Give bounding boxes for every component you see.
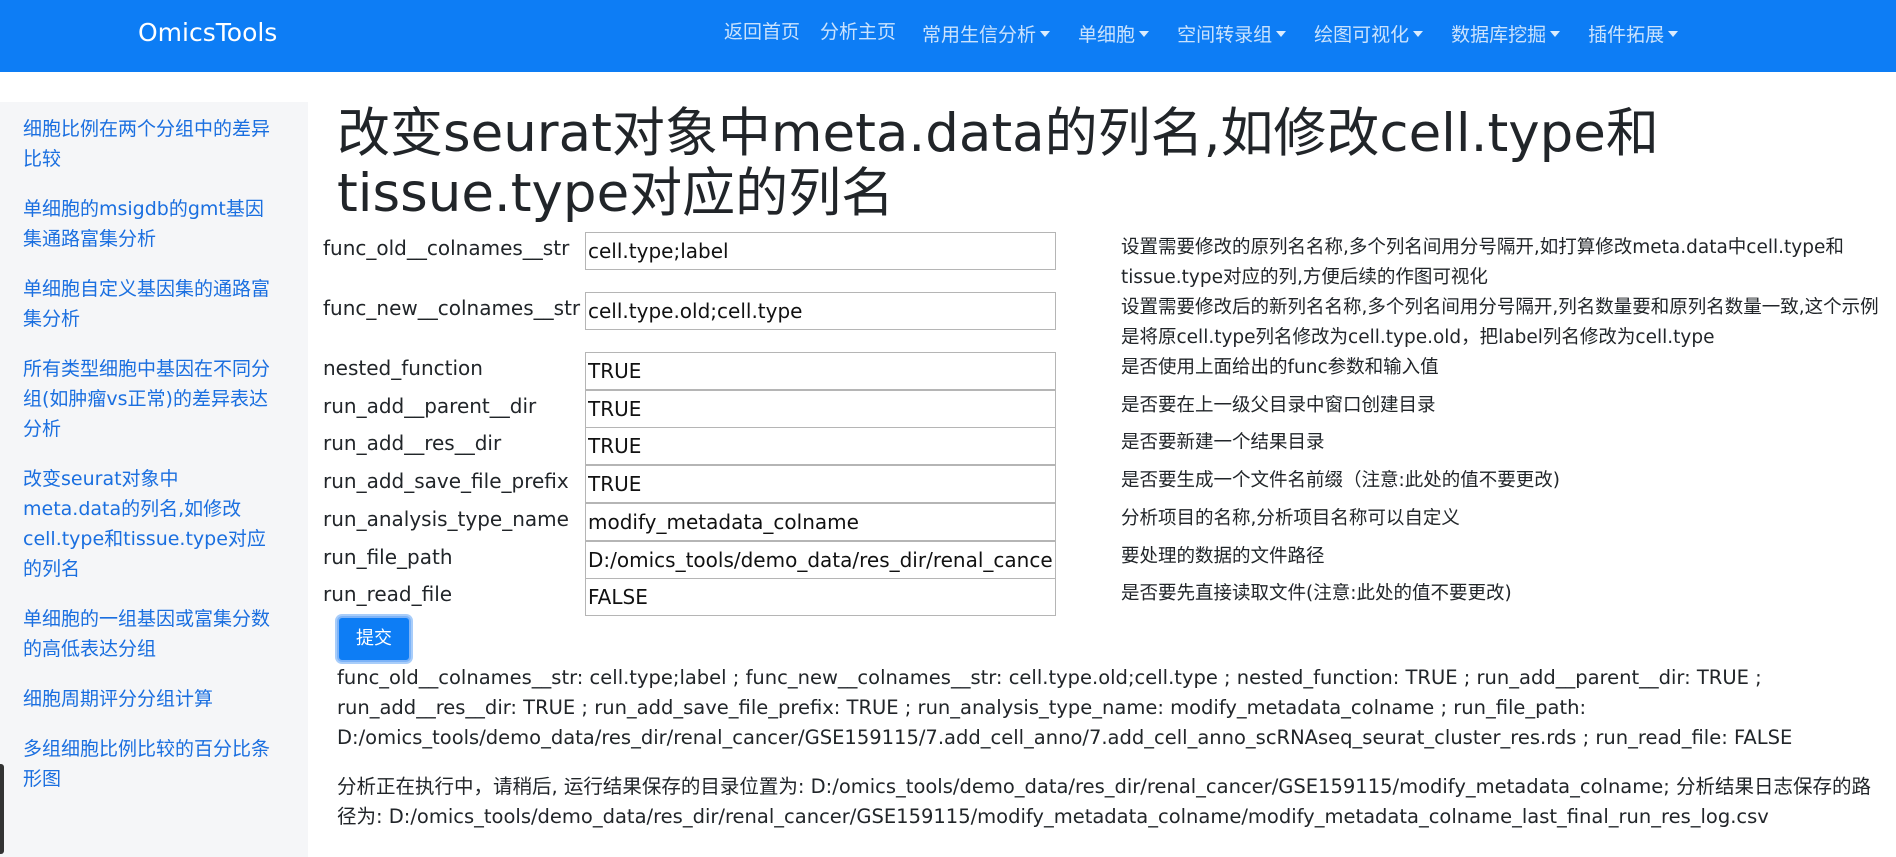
sidebar-item-diff-expression[interactable]: 所有类型细胞中基因在不同分组(如肿瘤vs正常)的差异表达分析 bbox=[23, 354, 273, 444]
nested-function-input[interactable] bbox=[585, 352, 1056, 390]
func-new-colnames-input[interactable] bbox=[585, 292, 1056, 330]
page-title: 改变seurat对象中meta.data的列名,如修改cell.type和tis… bbox=[337, 103, 1659, 224]
nav-dropdown-single-cell[interactable]: 单细胞 bbox=[1078, 20, 1150, 47]
nav-dropdown-label: 空间转录组 bbox=[1177, 24, 1273, 46]
form-label: run_add__parent__dir bbox=[323, 394, 537, 418]
caret-down-icon bbox=[1668, 30, 1679, 37]
form-label: run_add_save_file_prefix bbox=[323, 469, 569, 493]
nav-dropdown-database[interactable]: 数据库挖掘 bbox=[1451, 20, 1561, 47]
nav-links: 返回首页 分析主页 常用生信分析 单细胞 空间转录组 绘图可视化 数据库挖掘 插… bbox=[724, 14, 1706, 47]
sidebar-item-high-low-grouping[interactable]: 单细胞的一组基因或富集分数的高低表达分组 bbox=[23, 604, 273, 664]
run-add-save-file-prefix-input[interactable] bbox=[585, 465, 1056, 503]
form-label: run_add__res__dir bbox=[323, 431, 502, 455]
caret-down-icon bbox=[1413, 30, 1424, 37]
sidebar: 细胞比例在两个分组中的差异比较 单细胞的msigdb的gmt基因集通路富集分析 … bbox=[0, 102, 308, 857]
func-old-colnames-input[interactable] bbox=[585, 232, 1056, 270]
run-file-path-input[interactable] bbox=[585, 541, 1056, 579]
form-label: func_new__colnames__str bbox=[323, 296, 581, 320]
result-params-text: func_old__colnames__str: cell.type;label… bbox=[337, 666, 1793, 749]
nav-dropdown-label: 常用生信分析 bbox=[922, 24, 1037, 46]
caret-down-icon bbox=[1276, 30, 1287, 37]
nav-dropdown-label: 绘图可视化 bbox=[1314, 24, 1410, 46]
sidebar-item-cell-proportion-diff[interactable]: 细胞比例在两个分组中的差异比较 bbox=[23, 114, 273, 174]
run-read-file-input[interactable] bbox=[585, 578, 1056, 616]
nav-dropdown-label: 数据库挖掘 bbox=[1451, 24, 1547, 46]
form-description: 分析项目的名称,分析项目名称可以自定义 bbox=[1121, 508, 1460, 529]
run-add-res-dir-input[interactable] bbox=[585, 427, 1056, 465]
caret-down-icon bbox=[1550, 30, 1561, 37]
sidebar-item-modify-metadata-colname[interactable]: 改变seurat对象中meta.data的列名,如修改cell.type和tis… bbox=[23, 464, 273, 584]
form-description: 设置需要修改的原列名名称,多个列名间用分号隔开,如打算修改meta.data中c… bbox=[1121, 237, 1844, 288]
nav-home-link[interactable]: 返回首页 bbox=[724, 17, 800, 44]
form-label: nested_function bbox=[323, 356, 483, 380]
form-description: 是否要生成一个文件名前缀（注意:此处的值不要更改) bbox=[1121, 470, 1560, 491]
sidebar-item-msigdb-enrichment[interactable]: 单细胞的msigdb的gmt基因集通路富集分析 bbox=[23, 194, 273, 254]
nav-analysis-home-link[interactable]: 分析主页 bbox=[820, 17, 896, 44]
sidebar-item-cell-cycle-score[interactable]: 细胞周期评分分组计算 bbox=[23, 684, 273, 714]
scroll-edge bbox=[0, 764, 4, 854]
result-status-text: 分析正在执行中，请稍后, 运行结果保存的目录位置为: D:/omics_tool… bbox=[337, 775, 1872, 828]
form-label: run_read_file bbox=[323, 582, 453, 606]
nav-dropdown-visualization[interactable]: 绘图可视化 bbox=[1314, 20, 1424, 47]
form-description: 是否要在上一级父目录中窗口创建目录 bbox=[1121, 395, 1436, 416]
form-description: 要处理的数据的文件路径 bbox=[1121, 546, 1325, 567]
run-analysis-type-name-input[interactable] bbox=[585, 503, 1056, 541]
nav-dropdown-label: 单细胞 bbox=[1078, 24, 1136, 46]
form-description: 是否要新建一个结果目录 bbox=[1121, 432, 1325, 453]
sidebar-item-percent-barplot[interactable]: 多组细胞比例比较的百分比条形图 bbox=[23, 734, 273, 794]
top-navbar: OmicsTools 返回首页 分析主页 常用生信分析 单细胞 空间转录组 绘图… bbox=[0, 0, 1896, 72]
brand-logo[interactable]: OmicsTools bbox=[138, 18, 277, 47]
form-description: 是否要先直接读取文件(注意:此处的值不要更改) bbox=[1121, 583, 1512, 604]
form-label: run_analysis_type_name bbox=[323, 507, 569, 531]
nav-dropdown-common-bioinfo[interactable]: 常用生信分析 bbox=[922, 20, 1051, 47]
sidebar-item-custom-geneset-enrichment[interactable]: 单细胞自定义基因集的通路富集分析 bbox=[23, 274, 273, 334]
form-description: 设置需要修改后的新列名名称,多个列名间用分号隔开,列名数量要和原列名数量一致,这… bbox=[1121, 297, 1879, 348]
form-label: run_file_path bbox=[323, 545, 453, 569]
form-description: 是否使用上面给出的func参数和输入值 bbox=[1121, 357, 1439, 378]
nav-dropdown-spatial[interactable]: 空间转录组 bbox=[1177, 20, 1287, 47]
nav-dropdown-label: 插件拓展 bbox=[1588, 24, 1665, 46]
form-label: func_old__colnames__str bbox=[323, 236, 570, 260]
nav-dropdown-plugins[interactable]: 插件拓展 bbox=[1588, 20, 1679, 47]
submit-button[interactable]: 提交 bbox=[337, 616, 411, 662]
run-add-parent-dir-input[interactable] bbox=[585, 390, 1056, 428]
caret-down-icon bbox=[1040, 30, 1051, 37]
caret-down-icon bbox=[1139, 30, 1150, 37]
